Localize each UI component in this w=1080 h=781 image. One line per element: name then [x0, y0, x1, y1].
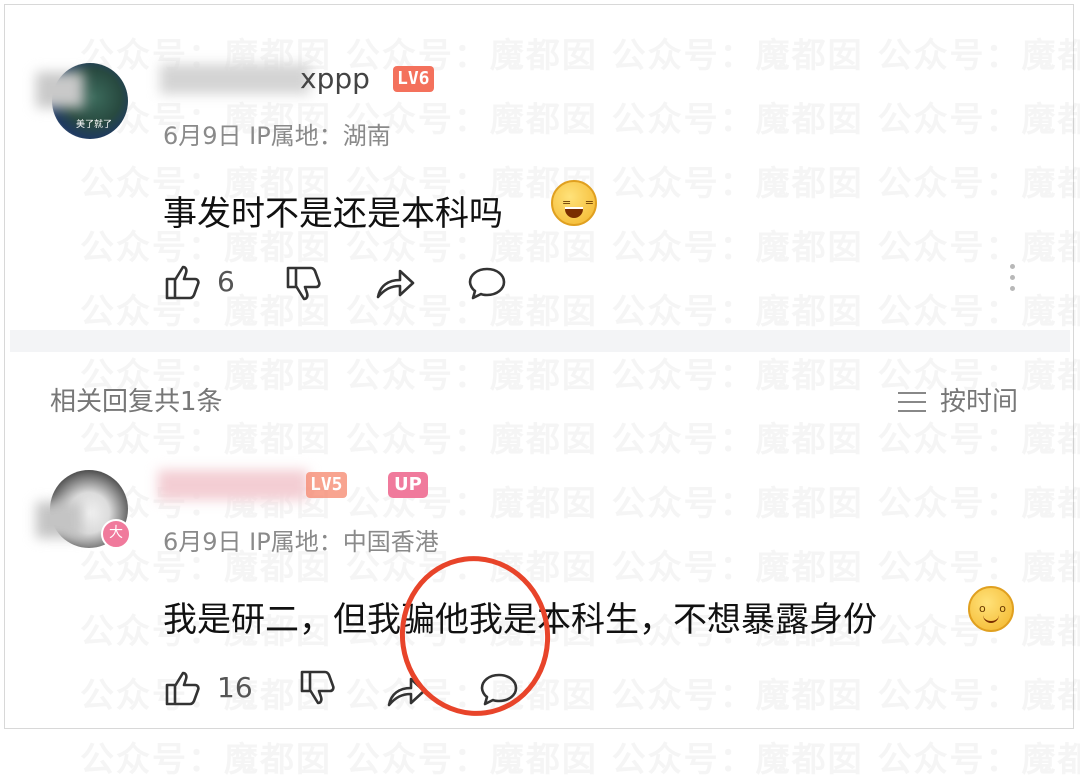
reply-meta: 6月9日 IP属地：中国香港	[163, 528, 439, 556]
reply-text: 我是研二，但我骗他我是本科生，不想暴露身份	[163, 600, 877, 640]
watermark-row: 公众号：魔都囡 公众号：魔都囡 公众号：魔都囡 公众号：魔都囡	[80, 740, 1080, 780]
comment-text: 事发时不是还是本科吗	[163, 194, 503, 234]
related-replies-count: 相关回复共1条	[50, 387, 223, 417]
username-blur	[158, 470, 308, 500]
like-count: 6	[217, 265, 235, 298]
section-divider	[10, 330, 1070, 352]
share-icon[interactable]	[385, 672, 427, 712]
grimace-emoji-icon: = =	[551, 180, 597, 226]
avatar-caption: 美了就了	[76, 120, 113, 130]
reply-bubble-icon[interactable]	[466, 264, 508, 304]
level-badge: LV6	[393, 66, 434, 92]
username[interactable]: xppp	[300, 62, 370, 95]
level-badge: LV5	[306, 472, 347, 498]
sort-toggle[interactable]: 按时间	[898, 381, 1018, 418]
sort-label: 按时间	[940, 387, 1019, 417]
more-options-icon[interactable]	[1010, 264, 1016, 297]
comment-meta: 6月9日 IP属地：湖南	[163, 122, 391, 150]
share-icon[interactable]	[374, 264, 416, 304]
up-badge: UP	[388, 472, 428, 498]
thumbs-up-icon[interactable]	[163, 668, 203, 708]
sort-lines-icon	[898, 392, 926, 412]
privacy-blur	[36, 502, 82, 538]
reply-bubble-icon[interactable]	[478, 670, 520, 710]
username-blur	[160, 64, 310, 94]
thumbs-down-icon[interactable]	[284, 264, 324, 304]
thumbs-up-icon[interactable]	[163, 262, 203, 302]
privacy-blur	[36, 72, 84, 108]
thumbs-down-icon[interactable]	[298, 668, 338, 708]
smiling-emoji-icon: o o	[968, 586, 1014, 632]
avatar-badge: 大	[101, 519, 131, 549]
like-count: 16	[217, 671, 253, 704]
